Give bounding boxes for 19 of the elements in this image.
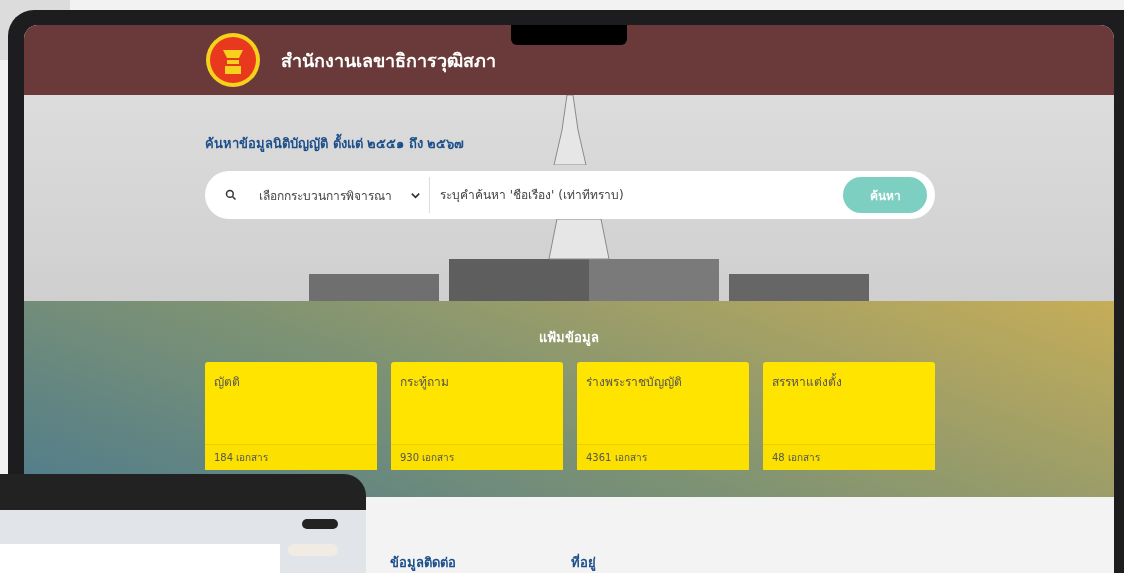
document-count: 4361 เอกสาร — [577, 444, 749, 470]
folder-card[interactable]: ร่างพระราชบัญญัติ 4361 เอกสาร — [577, 362, 749, 470]
search-icon — [225, 189, 237, 201]
footer-heading: ที่อยู่ — [571, 552, 596, 573]
folder-card[interactable]: ญัตติ 184 เอกสาร — [205, 362, 377, 470]
folder-title: สรรหาแต่งตั้ง — [771, 372, 843, 391]
folder-title: ญัตติ — [213, 374, 241, 391]
document-count: 184 เอกสาร — [205, 444, 377, 470]
folder-title: ร่างพระราชบัญญัติ — [585, 374, 683, 391]
folders-heading: แฟ้มข้อมูล — [538, 329, 600, 348]
folder-card[interactable]: กระทู้ถาม 930 เอกสาร — [391, 362, 563, 470]
folder-card[interactable]: สรรหาแต่งตั้ง 48 เอกสาร — [763, 362, 935, 470]
site-title: สำนักงานเลขาธิการวุฒิสภา — [281, 48, 496, 75]
emblem-logo — [205, 32, 261, 88]
document-count: 48 เอกสาร — [763, 444, 935, 470]
search-heading: ค้นหาข้อมูลนิติบัญญัติ ตั้งแต่ ๒๕๕๑ ถึง ๒๕๖๗ — [205, 133, 935, 154]
folder-title: กระทู้ถาม — [399, 374, 450, 392]
footer-heading: ข้อมูลติดต่อ — [390, 554, 456, 573]
document-count: 930 เอกสาร — [391, 444, 563, 470]
